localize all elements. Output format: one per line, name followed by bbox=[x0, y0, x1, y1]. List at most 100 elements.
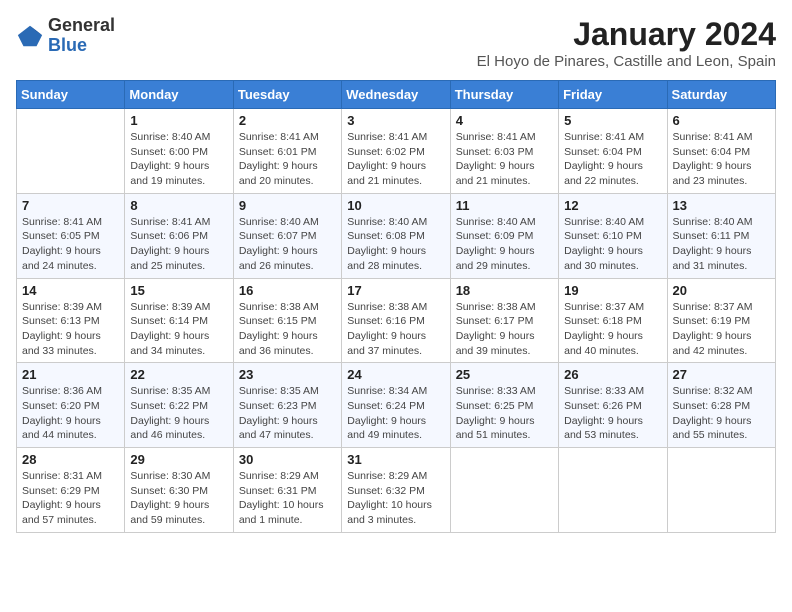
day-info: Sunrise: 8:38 AM Sunset: 6:15 PM Dayligh… bbox=[239, 300, 336, 359]
calendar-cell: 17Sunrise: 8:38 AM Sunset: 6:16 PM Dayli… bbox=[342, 278, 450, 363]
day-number: 20 bbox=[673, 283, 770, 298]
day-info: Sunrise: 8:35 AM Sunset: 6:23 PM Dayligh… bbox=[239, 384, 336, 443]
day-info: Sunrise: 8:34 AM Sunset: 6:24 PM Dayligh… bbox=[347, 384, 444, 443]
day-info: Sunrise: 8:33 AM Sunset: 6:26 PM Dayligh… bbox=[564, 384, 661, 443]
day-number: 14 bbox=[22, 283, 119, 298]
day-number: 12 bbox=[564, 198, 661, 213]
calendar-cell: 16 Sunrise: 8:38 AM Sunset: 6:15 PM Dayli… bbox=[233, 278, 341, 363]
calendar-cell: 25Sunrise: 8:33 AM Sunset: 6:25 PM Dayli… bbox=[450, 363, 558, 448]
weekday-header-tuesday: Tuesday bbox=[233, 81, 341, 109]
day-info: Sunrise: 8:37 AM Sunset: 6:19 PM Dayligh… bbox=[673, 300, 770, 359]
day-info: Sunrise: 8:38 AM Sunset: 6:17 PM Dayligh… bbox=[456, 300, 553, 359]
day-number: 23 bbox=[239, 367, 336, 382]
day-info: Sunrise: 8:39 AM Sunset: 6:13 PM Dayligh… bbox=[22, 300, 119, 359]
calendar-cell bbox=[559, 448, 667, 533]
calendar-body: 1 Sunrise: 8:40 AM Sunset: 6:00 PM Daylig… bbox=[17, 109, 776, 533]
calendar-cell: 24 Sunrise: 8:34 AM Sunset: 6:24 PM Dayli… bbox=[342, 363, 450, 448]
calendar-cell: 28Sunrise: 8:31 AM Sunset: 6:29 PM Dayli… bbox=[17, 448, 125, 533]
calendar-cell: 20 Sunrise: 8:37 AM Sunset: 6:19 PM Dayli… bbox=[667, 278, 775, 363]
day-info: Sunrise: 8:40 AM Sunset: 6:09 PM Dayligh… bbox=[456, 215, 553, 274]
day-info: Sunrise: 8:41 AM Sunset: 6:05 PM Dayligh… bbox=[22, 215, 119, 274]
calendar-cell: 4 Sunrise: 8:41 AM Sunset: 6:03 PM Daylig… bbox=[450, 109, 558, 194]
calendar-cell: 27 Sunrise: 8:32 AM Sunset: 6:28 PM Dayli… bbox=[667, 363, 775, 448]
day-info: Sunrise: 8:33 AM Sunset: 6:25 PM Dayligh… bbox=[456, 384, 553, 443]
day-number: 5 bbox=[564, 113, 661, 128]
logo-icon bbox=[16, 22, 44, 50]
day-number: 17 bbox=[347, 283, 444, 298]
day-number: 27 bbox=[673, 367, 770, 382]
day-info: Sunrise: 8:40 AM Sunset: 6:00 PM Dayligh… bbox=[130, 130, 227, 189]
weekday-header-row: SundayMondayTuesdayWednesdayThursdayFrid… bbox=[17, 81, 776, 109]
day-info: Sunrise: 8:36 AM Sunset: 6:20 PM Dayligh… bbox=[22, 384, 119, 443]
day-number: 15 bbox=[130, 283, 227, 298]
calendar-cell: 3Sunrise: 8:41 AM Sunset: 6:02 PM Daylig… bbox=[342, 109, 450, 194]
calendar-cell: 13Sunrise: 8:40 AM Sunset: 6:11 PM Dayli… bbox=[667, 193, 775, 278]
day-info: Sunrise: 8:40 AM Sunset: 6:10 PM Dayligh… bbox=[564, 215, 661, 274]
weekday-header-monday: Monday bbox=[125, 81, 233, 109]
month-title: January 2024 bbox=[477, 16, 776, 53]
day-number: 16 bbox=[239, 283, 336, 298]
calendar-cell: 26Sunrise: 8:33 AM Sunset: 6:26 PM Dayli… bbox=[559, 363, 667, 448]
calendar-cell bbox=[17, 109, 125, 194]
calendar-week-row: 7 Sunrise: 8:41 AM Sunset: 6:05 PM Daylig… bbox=[17, 193, 776, 278]
day-number: 21 bbox=[22, 367, 119, 382]
day-number: 11 bbox=[456, 198, 553, 213]
weekday-header-saturday: Saturday bbox=[667, 81, 775, 109]
day-info: Sunrise: 8:41 AM Sunset: 6:03 PM Dayligh… bbox=[456, 130, 553, 189]
day-number: 2 bbox=[239, 113, 336, 128]
day-info: Sunrise: 8:41 AM Sunset: 6:04 PM Dayligh… bbox=[564, 130, 661, 189]
location: El Hoyo de Pinares, Castille and Leon, S… bbox=[477, 53, 776, 70]
day-info: Sunrise: 8:41 AM Sunset: 6:01 PM Dayligh… bbox=[239, 130, 336, 189]
calendar-cell: 31 Sunrise: 8:29 AM Sunset: 6:32 PM Dayli… bbox=[342, 448, 450, 533]
calendar-week-row: 14 Sunrise: 8:39 AM Sunset: 6:13 PM Dayli… bbox=[17, 278, 776, 363]
day-number: 6 bbox=[673, 113, 770, 128]
calendar-cell: 21 Sunrise: 8:36 AM Sunset: 6:20 PM Dayli… bbox=[17, 363, 125, 448]
weekday-header-thursday: Thursday bbox=[450, 81, 558, 109]
weekday-header-wednesday: Wednesday bbox=[342, 81, 450, 109]
day-number: 4 bbox=[456, 113, 553, 128]
day-number: 13 bbox=[673, 198, 770, 213]
day-number: 31 bbox=[347, 452, 444, 467]
day-number: 7 bbox=[22, 198, 119, 213]
calendar-cell: 11 Sunrise: 8:40 AM Sunset: 6:09 PM Dayli… bbox=[450, 193, 558, 278]
day-info: Sunrise: 8:30 AM Sunset: 6:30 PM Dayligh… bbox=[130, 469, 227, 528]
logo: General Blue bbox=[16, 16, 115, 56]
day-info: Sunrise: 8:37 AM Sunset: 6:18 PM Dayligh… bbox=[564, 300, 661, 359]
logo-text: General Blue bbox=[48, 16, 115, 56]
day-info: Sunrise: 8:29 AM Sunset: 6:31 PM Dayligh… bbox=[239, 469, 336, 528]
calendar-cell: 6 Sunrise: 8:41 AM Sunset: 6:04 PM Daylig… bbox=[667, 109, 775, 194]
day-number: 29 bbox=[130, 452, 227, 467]
day-info: Sunrise: 8:39 AM Sunset: 6:14 PM Dayligh… bbox=[130, 300, 227, 359]
day-info: Sunrise: 8:32 AM Sunset: 6:28 PM Dayligh… bbox=[673, 384, 770, 443]
day-info: Sunrise: 8:41 AM Sunset: 6:04 PM Dayligh… bbox=[673, 130, 770, 189]
calendar-cell: 30Sunrise: 8:29 AM Sunset: 6:31 PM Dayli… bbox=[233, 448, 341, 533]
calendar-week-row: 21 Sunrise: 8:36 AM Sunset: 6:20 PM Dayli… bbox=[17, 363, 776, 448]
day-number: 22 bbox=[130, 367, 227, 382]
day-number: 1 bbox=[130, 113, 227, 128]
day-number: 19 bbox=[564, 283, 661, 298]
calendar-cell: 5 Sunrise: 8:41 AM Sunset: 6:04 PM Daylig… bbox=[559, 109, 667, 194]
calendar-cell: 9 Sunrise: 8:40 AM Sunset: 6:07 PM Daylig… bbox=[233, 193, 341, 278]
calendar-cell bbox=[450, 448, 558, 533]
day-number: 18 bbox=[456, 283, 553, 298]
calendar-cell: 23 Sunrise: 8:35 AM Sunset: 6:23 PM Dayli… bbox=[233, 363, 341, 448]
calendar-cell: 12 Sunrise: 8:40 AM Sunset: 6:10 PM Dayli… bbox=[559, 193, 667, 278]
header: General Blue January 2024 El Hoyo de Pin… bbox=[16, 16, 776, 70]
calendar-cell: 18 Sunrise: 8:38 AM Sunset: 6:17 PM Dayli… bbox=[450, 278, 558, 363]
calendar-cell bbox=[667, 448, 775, 533]
day-info: Sunrise: 8:35 AM Sunset: 6:22 PM Dayligh… bbox=[130, 384, 227, 443]
day-number: 9 bbox=[239, 198, 336, 213]
weekday-header-friday: Friday bbox=[559, 81, 667, 109]
day-number: 24 bbox=[347, 367, 444, 382]
calendar-cell: 22 Sunrise: 8:35 AM Sunset: 6:22 PM Dayli… bbox=[125, 363, 233, 448]
calendar-cell: 14 Sunrise: 8:39 AM Sunset: 6:13 PM Dayli… bbox=[17, 278, 125, 363]
day-info: Sunrise: 8:40 AM Sunset: 6:07 PM Dayligh… bbox=[239, 215, 336, 274]
calendar-cell: 29 Sunrise: 8:30 AM Sunset: 6:30 PM Dayli… bbox=[125, 448, 233, 533]
calendar-week-row: 1 Sunrise: 8:40 AM Sunset: 6:00 PM Daylig… bbox=[17, 109, 776, 194]
day-info: Sunrise: 8:29 AM Sunset: 6:32 PM Dayligh… bbox=[347, 469, 444, 528]
calendar-cell: 10Sunrise: 8:40 AM Sunset: 6:08 PM Dayli… bbox=[342, 193, 450, 278]
day-number: 28 bbox=[22, 452, 119, 467]
day-number: 3 bbox=[347, 113, 444, 128]
day-number: 8 bbox=[130, 198, 227, 213]
calendar-cell: 19 Sunrise: 8:37 AM Sunset: 6:18 PM Dayli… bbox=[559, 278, 667, 363]
